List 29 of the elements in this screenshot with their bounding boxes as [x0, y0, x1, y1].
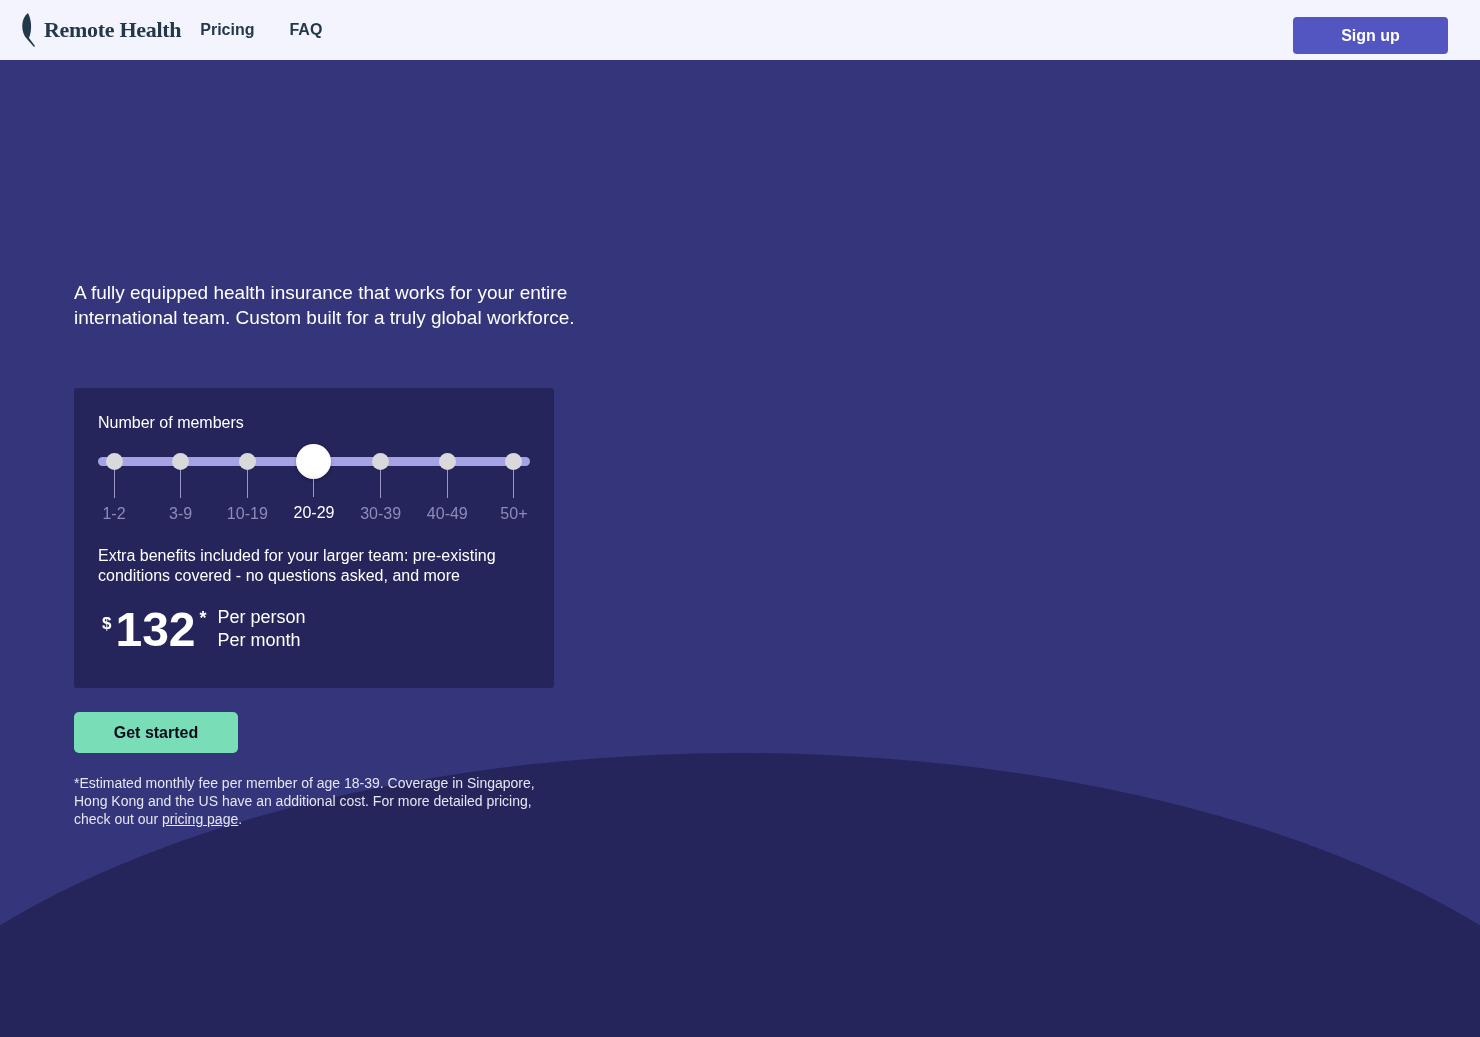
stop-label: 40-49	[426, 505, 468, 523]
slider-stop[interactable]	[372, 453, 390, 470]
price-period: Per month	[217, 629, 302, 652]
nav-link[interactable]: Pricing	[200, 21, 255, 39]
brand-name: Remote Health	[44, 17, 182, 43]
footnote-text: *Estimated monthly fee per member of age 18-39. Coverage in Singapore, Hong Kong and the US have an additional cost. For more detailed pricing, check out our pricing page.	[74, 774, 536, 828]
price-period: Per person	[217, 606, 306, 629]
slider-thumb[interactable]	[296, 444, 332, 479]
members-label: Number of members	[98, 414, 245, 432]
stop-label: 10-19	[226, 505, 268, 523]
slider-stop[interactable]	[172, 453, 190, 470]
tagline: A fully equipped health insurance that works for your entire international team. Custom built for a truly global workforce.	[74, 281, 576, 330]
stop-label: 50+	[500, 505, 528, 523]
get-started-button[interactable]: Get started	[74, 712, 238, 753]
slider-stop[interactable]	[438, 453, 456, 470]
nav-link[interactable]: FAQ	[289, 21, 323, 39]
pricing-page-link[interactable]: pricing page	[161, 811, 239, 827]
slider-stop[interactable]	[505, 453, 523, 470]
stop-label: 3-9	[169, 505, 193, 523]
stop-label: 1-2	[102, 505, 126, 523]
price-amount: 132	[115, 604, 196, 656]
stop-label: 20-29	[293, 504, 335, 522]
footnote-mark: *	[199, 608, 207, 629]
stop-label: 30-39	[360, 505, 402, 523]
slider-stop[interactable]	[238, 453, 256, 470]
sign-up-button[interactable]: Sign up	[1293, 17, 1448, 54]
benefits-text: Extra benefits included for your larger team: pre-existing conditions covered - no questions asked, and more	[98, 546, 497, 586]
currency-symbol: $	[102, 614, 112, 634]
slider-stop[interactable]	[105, 453, 123, 470]
